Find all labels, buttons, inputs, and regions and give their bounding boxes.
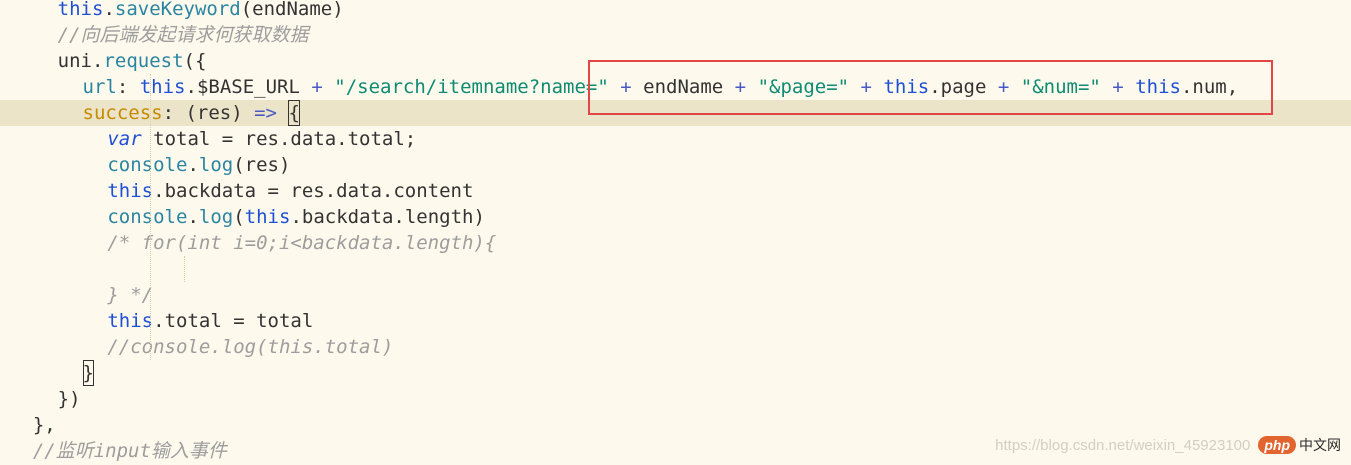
code-token: .$BASE_URL <box>185 76 312 98</box>
php-logo-text: 中文网 <box>1299 437 1341 453</box>
code-line[interactable]: this.saveKeyword(endName) <box>0 0 1351 22</box>
code-token: (endName) <box>240 0 344 20</box>
bracket-match: } <box>82 360 94 386</box>
code-token: => <box>254 102 277 124</box>
code-token: . <box>187 206 199 228</box>
code-line[interactable] <box>0 256 1351 282</box>
code-token: "/search/itemname?name=" <box>334 76 609 98</box>
code-token: url <box>82 76 117 98</box>
watermark-url: https://blog.csdn.net/weixin_45923100 <box>995 436 1251 454</box>
code-token: . <box>187 154 199 176</box>
code-line[interactable]: this.backdata = res.data.content <box>0 178 1351 204</box>
annotation-highlight-box <box>588 60 1273 115</box>
code-token: . <box>92 50 104 72</box>
code-token: total = res.data.total; <box>141 128 417 150</box>
code-token: : <box>116 76 140 98</box>
code-line[interactable]: var total = res.data.total; <box>0 126 1351 152</box>
code-token: this <box>107 180 154 202</box>
code-token: ( <box>233 206 245 228</box>
code-token: }, <box>32 414 56 436</box>
code-token: request <box>103 50 184 72</box>
indent-guide <box>184 256 185 282</box>
code-line[interactable]: console.log(res) <box>0 152 1351 178</box>
code-token: /* for(int i=0;i<backdata.length){ <box>107 232 497 254</box>
code-line[interactable]: }) <box>0 386 1351 412</box>
code-token: saveKeyword <box>114 0 241 20</box>
code-line[interactable]: //console.log(this.total) <box>0 334 1351 360</box>
code-token: var <box>107 128 142 150</box>
code-token: uni <box>57 50 92 72</box>
code-token: ({ <box>183 50 207 72</box>
code-line[interactable]: } <box>0 360 1351 386</box>
code-token: console <box>107 206 188 228</box>
code-token: . <box>103 0 115 20</box>
indent-guide <box>150 74 151 360</box>
php-logo-badge: php <box>1258 436 1296 454</box>
code-token: console <box>107 154 188 176</box>
code-token: : (res) <box>162 102 255 124</box>
code-token: this <box>57 0 104 20</box>
code-token: .backdata.length) <box>290 206 485 228</box>
code-token: this <box>244 206 291 228</box>
code-line[interactable]: /* for(int i=0;i<backdata.length){ <box>0 230 1351 256</box>
code-token: //向后端发起请求何获取数据 <box>57 24 309 46</box>
watermark: https://blog.csdn.net/weixin_45923100 ph… <box>995 435 1341 455</box>
code-token: this <box>139 76 186 98</box>
code-line[interactable]: } */ <box>0 282 1351 308</box>
code-line[interactable]: console.log(this.backdata.length) <box>0 204 1351 230</box>
code-token: }) <box>57 388 81 410</box>
code-token: } */ <box>107 284 154 306</box>
code-token: (res) <box>233 154 291 176</box>
code-line[interactable]: //向后端发起请求何获取数据 <box>0 22 1351 48</box>
code-line[interactable]: this.total = total <box>0 308 1351 334</box>
bracket-match: { <box>288 100 300 126</box>
code-token: .backdata = res.data.content <box>153 180 474 202</box>
code-token: log <box>198 206 234 228</box>
code-token: //监听input输入事件 <box>32 440 227 462</box>
code-token: this <box>107 310 154 332</box>
code-token: log <box>198 154 234 176</box>
code-editor[interactable]: this.saveKeyword(endName)//向后端发起请求何获取数据 u… <box>0 0 1351 465</box>
code-token: .total = total <box>153 310 314 332</box>
code-token: + <box>311 76 323 98</box>
php-logo: php 中文网 <box>1258 435 1341 455</box>
